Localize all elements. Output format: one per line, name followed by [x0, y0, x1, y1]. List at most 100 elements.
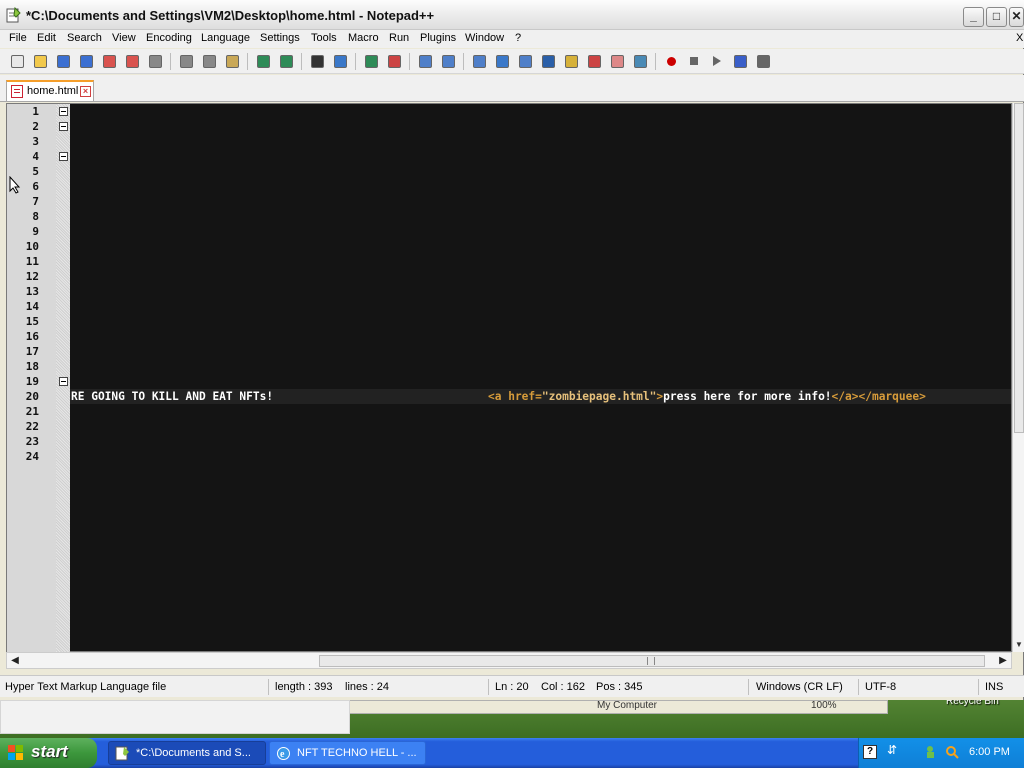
menu-view[interactable]: View	[112, 32, 136, 44]
monitor-icon[interactable]	[632, 53, 648, 69]
tab-home-html[interactable]: home.html ×	[6, 80, 94, 101]
search-icon[interactable]	[945, 745, 959, 759]
scroll-left-arrow-icon[interactable]: ◀	[8, 654, 22, 668]
tab-label: home.html	[27, 85, 79, 97]
line-number: 24	[25, 450, 39, 463]
fold-collapse-icon[interactable]	[59, 122, 68, 131]
status-insert-mode: INS	[985, 681, 1004, 693]
vertical-scrollbar[interactable]: ▼	[1012, 103, 1024, 652]
play-macro-icon[interactable]	[709, 53, 725, 69]
open-file-icon[interactable]	[32, 53, 48, 69]
sync-vertical-icon[interactable]	[417, 53, 433, 69]
save-all-icon[interactable]	[78, 53, 94, 69]
fold-collapse-icon[interactable]	[59, 107, 68, 116]
line-number: 2	[32, 120, 39, 133]
line-number: 7	[32, 195, 39, 208]
menu-run[interactable]: Run	[389, 32, 409, 44]
title-bar[interactable]: *C:\Documents and Settings\VM2\Desktop\h…	[0, 0, 1024, 30]
code-end-tags: </a></marquee>	[831, 390, 926, 403]
toolbar-separator	[463, 53, 464, 70]
scroll-down-arrow-icon[interactable]: ▼	[1013, 638, 1024, 652]
menu-macro[interactable]: Macro	[348, 32, 379, 44]
code-editor[interactable]: RE GOING TO KILL AND EAT NFTs! <a href="…	[6, 103, 1012, 653]
horizontal-scrollbar[interactable]: ◀ ▶	[6, 652, 1012, 669]
user-icon[interactable]	[925, 745, 939, 759]
status-divider	[858, 679, 859, 695]
run-macro-multiple-icon[interactable]	[732, 53, 748, 69]
close-button[interactable]: ✕	[1009, 7, 1024, 27]
menu-language[interactable]: Language	[201, 32, 250, 44]
line-number: 12	[25, 270, 39, 283]
new-file-icon[interactable]	[9, 53, 25, 69]
line-number: 23	[25, 435, 39, 448]
maximize-button[interactable]: □	[986, 7, 1007, 27]
folder-workspace-icon[interactable]	[609, 53, 625, 69]
undo-icon[interactable]	[255, 53, 271, 69]
close-icon[interactable]	[101, 53, 117, 69]
indent-guide-icon[interactable]	[517, 53, 533, 69]
line-number: 17	[25, 345, 39, 358]
start-label: start	[31, 742, 68, 761]
line-number: 4	[32, 150, 39, 163]
network-icon[interactable]: ⇵	[887, 743, 897, 757]
taskbar-item-browser[interactable]: e NFT TECHNO HELL - ...	[269, 741, 426, 765]
copy-icon[interactable]	[201, 53, 217, 69]
close-all-icon[interactable]	[124, 53, 140, 69]
code-html-anchor: <a href="zombiepage.html">press here for…	[488, 389, 926, 404]
cut-icon[interactable]	[178, 53, 194, 69]
tab-close-icon[interactable]: ×	[80, 86, 91, 97]
status-col: Col : 162	[541, 681, 586, 693]
menu-search[interactable]: Search	[67, 32, 102, 44]
function-list-icon[interactable]	[586, 53, 602, 69]
menu-file[interactable]: File	[9, 32, 27, 44]
taskbar-item-notepad[interactable]: *C:\Documents and S...	[108, 741, 266, 765]
taskbar-item-label: *C:\Documents and S...	[136, 747, 251, 759]
scroll-right-arrow-icon[interactable]: ▶	[996, 654, 1010, 668]
clock[interactable]: 6:00 PM	[969, 746, 1010, 758]
status-lines: lines : 24	[345, 681, 390, 693]
menu-encoding[interactable]: Encoding	[146, 32, 192, 44]
sync-horizontal-icon[interactable]	[440, 53, 456, 69]
status-file-type: Hyper Text Markup Language file	[5, 681, 167, 693]
start-button[interactable]: start	[0, 738, 97, 768]
tab-bar: home.html ×	[0, 75, 1024, 102]
taskbar: start *C:\Documents and S... e NFT TECHN…	[0, 738, 1024, 768]
fold-collapse-icon[interactable]	[59, 377, 68, 386]
fold-collapse-icon[interactable]	[59, 152, 68, 161]
show-all-chars-icon[interactable]	[494, 53, 510, 69]
redo-icon[interactable]	[278, 53, 294, 69]
line-number: 14	[25, 300, 39, 313]
status-eol: Windows (CR LF)	[756, 681, 843, 693]
line-number: 13	[25, 285, 39, 298]
menu-tools[interactable]: Tools	[311, 32, 337, 44]
status-divider	[488, 679, 489, 695]
zoom-out-icon[interactable]	[386, 53, 402, 69]
status-bar: Hyper Text Markup Language file length :…	[0, 675, 1024, 697]
menu-window[interactable]: Window	[465, 32, 504, 44]
toolbar-separator	[409, 53, 410, 70]
line-number: 9	[32, 225, 39, 238]
line-number: 8	[32, 210, 39, 223]
toolbar-separator	[170, 53, 171, 70]
replace-icon[interactable]	[332, 53, 348, 69]
stop-macro-icon[interactable]	[686, 53, 702, 69]
line-number: 15	[25, 315, 39, 328]
vertical-scroll-thumb[interactable]	[1014, 103, 1024, 433]
save-icon[interactable]	[55, 53, 71, 69]
record-macro-icon[interactable]	[663, 53, 679, 69]
menu-help[interactable]: ?	[515, 32, 521, 44]
user-language-icon[interactable]	[540, 53, 556, 69]
menu-edit[interactable]: Edit	[37, 32, 56, 44]
help-icon[interactable]: ?	[863, 745, 877, 759]
zoom-in-icon[interactable]	[363, 53, 379, 69]
menu-plugins[interactable]: Plugins	[420, 32, 456, 44]
menu-settings[interactable]: Settings	[260, 32, 300, 44]
find-icon[interactable]	[309, 53, 325, 69]
doc-map-icon[interactable]	[563, 53, 579, 69]
minimize-button[interactable]: _	[963, 7, 984, 27]
paste-icon[interactable]	[224, 53, 240, 69]
print-icon[interactable]	[147, 53, 163, 69]
word-wrap-icon[interactable]	[471, 53, 487, 69]
menu-close-document[interactable]: X	[1016, 32, 1023, 44]
save-macro-icon[interactable]	[755, 53, 771, 69]
